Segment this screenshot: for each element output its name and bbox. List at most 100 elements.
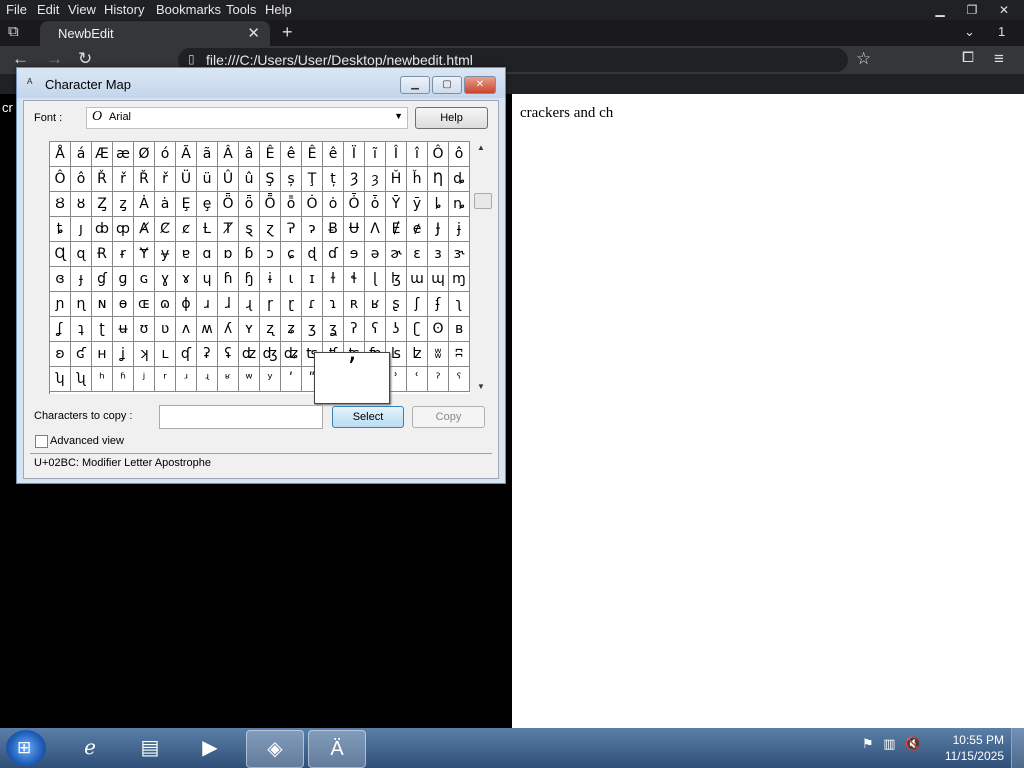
character-cell[interactable]: ȫ — [239, 192, 260, 217]
character-cell[interactable]: ê — [281, 142, 302, 167]
internet-explorer-icon[interactable]: ℯ — [62, 730, 118, 766]
character-cell[interactable]: ʸ — [260, 367, 281, 392]
url-text[interactable]: file:///C:/Users/User/Desktop/newbedit.h… — [206, 52, 473, 68]
character-cell[interactable]: ʄ — [428, 292, 449, 317]
character-cell[interactable]: ɒ — [218, 242, 239, 267]
character-cell[interactable]: ˁ — [449, 367, 470, 392]
character-cell[interactable]: ɻ — [239, 292, 260, 317]
character-cell[interactable]: ó — [155, 142, 176, 167]
character-cell[interactable]: ȝ — [365, 167, 386, 192]
character-cell[interactable]: Ȩ — [176, 192, 197, 217]
character-cell[interactable]: ȩ — [197, 192, 218, 217]
character-cell[interactable]: ɡ — [113, 267, 134, 292]
character-cell[interactable]: ʙ — [449, 317, 470, 342]
character-cell[interactable]: Ô — [50, 167, 71, 192]
character-cell[interactable]: ʜ — [92, 342, 113, 367]
action-center-icon[interactable]: ⚑ — [862, 736, 874, 751]
character-cell[interactable]: ʳ — [155, 367, 176, 392]
character-cell[interactable]: ɽ — [281, 292, 302, 317]
character-cell[interactable]: ʬ — [428, 342, 449, 367]
character-cell[interactable]: ʏ — [239, 317, 260, 342]
character-cell[interactable]: ʞ — [134, 342, 155, 367]
character-cell[interactable]: Ô — [428, 142, 449, 167]
character-cell[interactable]: ɲ — [50, 292, 71, 317]
character-cell[interactable]: ʅ — [449, 292, 470, 317]
character-cell[interactable]: Ⱦ — [218, 217, 239, 242]
character-cell[interactable]: ʉ — [113, 317, 134, 342]
character-cell[interactable]: û — [239, 167, 260, 192]
character-cell[interactable]: Ʌ — [365, 217, 386, 242]
start-button[interactable]: ⊞ — [6, 730, 46, 766]
character-cell[interactable]: ɉ — [449, 217, 470, 242]
character-cell[interactable]: ê — [323, 142, 344, 167]
character-cell[interactable]: ɔ — [260, 242, 281, 267]
character-map-taskbar-icon[interactable]: Ä — [308, 730, 366, 768]
character-cell[interactable]: ʒ — [302, 317, 323, 342]
extensions-icon[interactable]: ⧠ — [962, 49, 974, 66]
character-cell[interactable]: ã — [197, 142, 218, 167]
character-cell[interactable]: ʴ — [176, 367, 197, 392]
select-button[interactable]: Select — [332, 406, 404, 428]
character-cell[interactable]: ʛ — [71, 342, 92, 367]
character-cell[interactable]: Ȫ — [218, 192, 239, 217]
character-cell[interactable]: ɍ — [113, 242, 134, 267]
character-cell[interactable]: ř — [113, 167, 134, 192]
character-cell[interactable]: ɗ — [323, 242, 344, 267]
character-cell[interactable]: ʇ — [71, 317, 92, 342]
minimize-icon[interactable]: ▁ — [926, 2, 954, 18]
character-cell[interactable]: ɶ — [134, 292, 155, 317]
character-cell[interactable]: ɛ — [407, 242, 428, 267]
character-cell[interactable]: ɠ — [92, 267, 113, 292]
character-cell[interactable]: Û — [218, 167, 239, 192]
character-cell[interactable]: ɦ — [218, 267, 239, 292]
character-cell[interactable]: ɼ — [260, 292, 281, 317]
character-cell[interactable]: Î — [386, 142, 407, 167]
character-cell[interactable]: á — [71, 142, 92, 167]
character-cell[interactable]: ü — [197, 167, 218, 192]
character-cell[interactable]: Ţ — [302, 167, 323, 192]
character-cell[interactable]: ɀ — [260, 217, 281, 242]
character-cell[interactable]: ĩ — [365, 142, 386, 167]
character-cell[interactable]: ʟ — [155, 342, 176, 367]
character-cell[interactable]: ɖ — [302, 242, 323, 267]
character-cell[interactable]: Ȭ — [260, 192, 281, 217]
character-cell[interactable]: ɨ — [260, 267, 281, 292]
character-cell[interactable]: ɺ — [218, 292, 239, 317]
character-cell[interactable]: ʭ — [449, 342, 470, 367]
character-cell[interactable]: ȧ — [155, 192, 176, 217]
character-cell[interactable]: ʱ — [113, 367, 134, 392]
charmap-maximize-icon[interactable]: ▢ — [432, 76, 462, 94]
tab-newbedit[interactable]: NewbEdit ✕ — [40, 21, 270, 46]
character-cell[interactable]: ʷ — [239, 367, 260, 392]
character-cell[interactable]: ô — [71, 167, 92, 192]
browser-taskbar-icon[interactable]: ◈ — [246, 730, 304, 768]
tab-close-icon[interactable]: ✕ — [247, 24, 260, 42]
scroll-thumb[interactable] — [474, 193, 492, 209]
extensions-menu-icon[interactable]: ⌄ — [964, 24, 975, 40]
character-cell[interactable]: Ȳ — [386, 192, 407, 217]
character-cell[interactable]: Ê — [302, 142, 323, 167]
file-explorer-icon[interactable]: ▤ — [122, 730, 178, 766]
character-cell[interactable]: ʗ — [407, 317, 428, 342]
tab-overview-icon[interactable]: ⧉ — [8, 23, 19, 40]
volume-muted-icon[interactable]: 🔇 — [905, 736, 921, 751]
character-cell[interactable]: Ř — [134, 167, 155, 192]
character-cell[interactable]: ɚ — [386, 242, 407, 267]
character-cell[interactable]: ȟ — [407, 167, 428, 192]
character-cell[interactable]: Ɋ — [50, 242, 71, 267]
character-cell[interactable]: Ȧ — [134, 192, 155, 217]
character-cell[interactable]: ʢ — [218, 342, 239, 367]
character-cell[interactable]: ʵ — [197, 367, 218, 392]
character-cell[interactable]: ʠ — [176, 342, 197, 367]
character-cell[interactable]: Ȣ — [50, 192, 71, 217]
character-cell[interactable]: ɳ — [71, 292, 92, 317]
character-cell[interactable]: ɪ — [302, 267, 323, 292]
character-cell[interactable]: ʣ — [239, 342, 260, 367]
character-cell[interactable]: Ø — [134, 142, 155, 167]
charmap-close-icon[interactable]: ✕ — [464, 76, 496, 94]
network-icon[interactable]: ▥ — [883, 736, 895, 751]
character-cell[interactable]: ô — [449, 142, 470, 167]
character-cell[interactable]: Ï — [344, 142, 365, 167]
character-cell[interactable]: Ɍ — [92, 242, 113, 267]
character-cell[interactable]: ʡ — [197, 342, 218, 367]
